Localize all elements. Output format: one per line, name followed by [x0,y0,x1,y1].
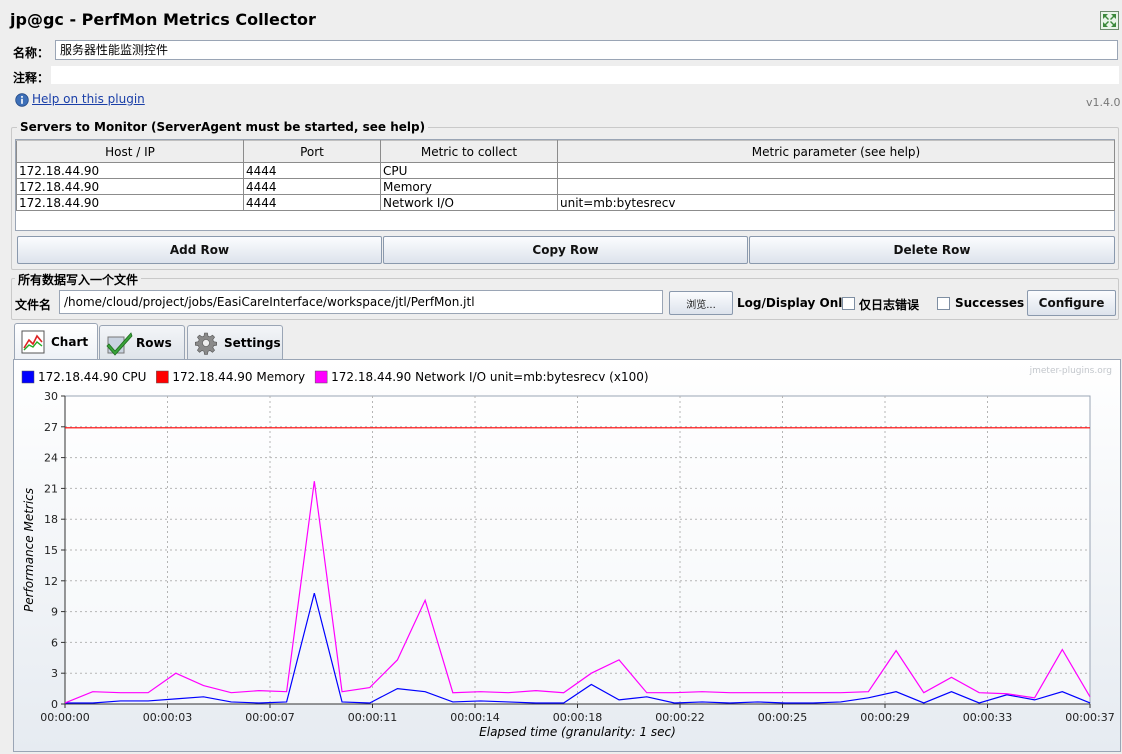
info-icon [15,93,29,107]
cell-host[interactable]: 172.18.44.90 [16,194,244,211]
cell-port[interactable]: 4444 [243,194,381,211]
cell-metric[interactable]: Network I/O [380,194,558,211]
filename-label: 文件名 [15,298,52,312]
y-tick-label: 15 [44,544,58,557]
servers-table-container: Host / IP Port Metric to collect Metric … [15,139,1115,231]
copy-row-button[interactable]: Copy Row [383,236,748,264]
watermark: jmeter-plugins.org [1029,366,1112,376]
tab-settings[interactable]: Settings [187,325,283,359]
legend-label: 172.18.44.90 CPU [38,370,146,384]
y-tick-label: 24 [44,452,58,465]
log-display-label: Log/Display Only: [737,296,855,310]
x-axis-label: Elapsed time (granularity: 1 sec) [479,725,676,739]
servers-table: Host / IP Port Metric to collect Metric … [16,140,1115,211]
x-tick-label: 00:00:00 [40,711,89,724]
column-header-parameter[interactable]: Metric parameter (see help) [557,140,1115,163]
x-tick-label: 00:00:25 [758,711,807,724]
x-tick-label: 00:00:14 [450,711,499,724]
legend-label: 172.18.44.90 Network I/O unit=mb:bytesre… [331,370,648,384]
successes-checkbox[interactable] [937,297,950,310]
column-header-host[interactable]: Host / IP [16,140,244,163]
cell-host[interactable]: 172.18.44.90 [16,178,244,195]
x-tick-label: 00:00:37 [1065,711,1114,724]
x-tick-label: 00:00:18 [553,711,602,724]
perfmon-chart: 0 3 6 9 12 15 18 21 24 27 30 00:00:00 00:00:03 00:00:… [21,366,1115,739]
cell-metric[interactable]: CPU [380,162,558,179]
x-tick-label: 00:00:33 [963,711,1012,724]
y-tick-label: 0 [51,698,58,711]
expand-icon[interactable] [1100,11,1119,30]
successes-label: Successes [955,296,1025,310]
legend-label: 172.18.44.90 Memory [172,370,305,384]
filename-input[interactable]: /home/cloud/project/jobs/EasiCareInterfa… [59,290,663,314]
y-tick-label: 12 [44,575,58,588]
x-tick-label: 00:00:11 [348,711,397,724]
chart-panel: 0 3 6 9 12 15 18 21 24 27 30 00:00:00 00:00:03 00:00:… [13,359,1121,752]
y-tick-label: 27 [44,421,58,434]
tab-settings-label: Settings [224,335,281,350]
column-header-port[interactable]: Port [243,140,381,163]
chart-icon [21,330,45,354]
x-tick-label: 00:00:29 [860,711,909,724]
tab-chart-label: Chart [51,334,89,349]
table-row[interactable]: 172.18.44.90 4444 Network I/O unit=mb:by… [16,194,1115,211]
name-label: 名称： [13,46,50,60]
x-tick-label: 00:00:07 [245,711,294,724]
help-link[interactable]: Help on this plugin [32,92,145,106]
cell-parameter[interactable] [557,162,1115,179]
legend-swatch [314,370,328,384]
column-header-metric[interactable]: Metric to collect [380,140,558,163]
errors-only-checkbox[interactable] [842,297,855,310]
cell-parameter[interactable]: unit=mb:bytesrecv [557,194,1115,211]
y-tick-label: 3 [51,667,58,680]
tab-chart[interactable]: Chart [14,323,98,359]
browse-button[interactable]: 浏览... [669,291,733,315]
x-tick-label: 00:00:03 [143,711,192,724]
cell-host[interactable]: 172.18.44.90 [16,162,244,179]
y-tick-label: 18 [44,513,58,526]
x-tick-label: 00:00:22 [655,711,704,724]
y-tick-label: 6 [51,636,58,649]
version-label: v1.4.0 [1086,96,1121,109]
comment-input[interactable] [51,66,1119,84]
cell-parameter[interactable] [557,178,1115,195]
window-title: jp@gc - PerfMon Metrics Collector [10,10,316,29]
errors-only-label: 仅日志错误 [859,298,920,312]
cell-port[interactable]: 4444 [243,178,381,195]
configure-button[interactable]: Configure [1027,290,1116,316]
y-tick-label: 21 [44,482,58,495]
y-tick-label: 9 [51,606,58,619]
table-row[interactable]: 172.18.44.90 4444 Memory [16,178,1115,195]
servers-group-title: Servers to Monitor (ServerAgent must be … [17,120,429,134]
tab-rows-label: Rows [136,335,172,350]
legend-swatch [21,370,35,384]
cell-metric[interactable]: Memory [380,178,558,195]
name-input[interactable]: 服务器性能监测控件 [55,40,1118,60]
table-row[interactable]: 172.18.44.90 4444 CPU [16,162,1115,179]
delete-row-button[interactable]: Delete Row [749,236,1115,264]
tab-rows[interactable]: Rows [99,325,185,359]
add-row-button[interactable]: Add Row [17,236,382,264]
y-tick-label: 30 [44,390,58,403]
comment-label: 注释： [13,71,50,85]
y-axis-label: Performance Metrics [22,488,36,612]
checkmark-icon [106,331,133,356]
legend-swatch [156,370,169,384]
gear-icon [194,331,218,355]
cell-port[interactable]: 4444 [243,162,381,179]
file-group-title: 所有数据写入一个文件 [15,271,142,288]
